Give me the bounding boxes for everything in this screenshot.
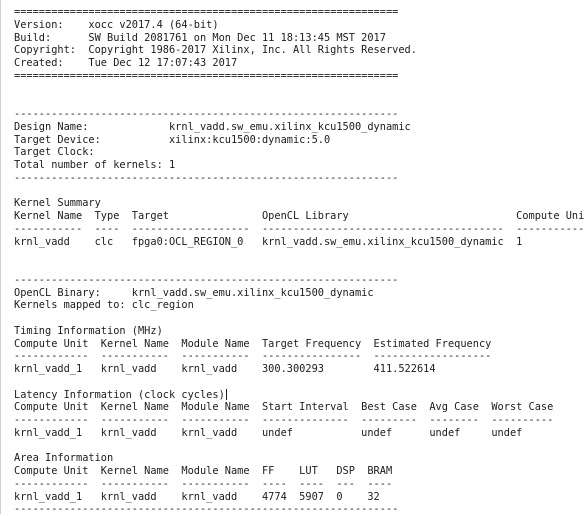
report-line: Created: Tue Dec 12 17:07:43 2017 [14,57,238,69]
report-line: Design Name: krnl_vadd.sw_emu.xilinx_kcu… [14,120,411,133]
report-line [14,312,585,325]
report-line: krnl_vadd_1 krnl_vadd krnl_vadd undef un… [14,426,523,439]
report-line [14,261,585,274]
report-line: ----------------------------------------… [14,171,399,184]
text-cursor [225,388,227,400]
report-line: Compute Unit Kernel Name Module Name Sta… [14,401,554,414]
report-line: Build: SW Build 2081761 on Mon Dec 11 18… [14,31,386,44]
report-line: Total number of kernels: 1 [14,159,176,171]
report-line [14,95,585,108]
report-line: ----------- ---- ------------------- ---… [14,222,585,235]
report-line: ----------------------------------------… [14,108,399,120]
report-line [14,376,585,389]
report-line: krnl_vadd clc fpga0:OCL_REGION_0 krnl_va… [14,235,523,248]
report-line: Target Device: xilinx:kcu1500:dynamic:5.… [14,133,331,146]
report-line: Kernels mapped to: clc_region [14,299,194,312]
report-line: OpenCL Binary: krnl_vadd.sw_emu.xilinx_k… [14,286,374,299]
report-line: Area Information [14,452,114,465]
report-line [14,185,585,198]
report-line: Compute Unit Kernel Name Module Name FF … [14,465,393,477]
report-line: ------------ ----------- ----------- ---… [14,350,492,363]
report-line: ------------ ----------- ----------- ---… [14,414,554,426]
report-line: ========================================… [14,6,399,18]
report-line: Kernel Summary [14,197,101,210]
report-line: krnl_vadd_1 krnl_vadd krnl_vadd 300.3002… [14,363,436,375]
report-line: Latency Information (clock cycles) [14,388,227,401]
report-line: ----------------------------------------… [14,273,399,286]
report-line [14,440,585,453]
report-line: ========================================… [14,69,399,82]
report-line: krnl_vadd_1 krnl_vadd krnl_vadd 4774 590… [14,490,380,503]
report-line: Version: xocc v2017.4 (64-bit) [14,18,219,31]
report-line [14,83,585,96]
report-line: ----------------------------------------… [14,503,399,516]
report-line: Compute Unit Kernel Name Module Name Tar… [14,337,492,350]
report-line [14,248,585,261]
text-editor-view[interactable]: ========================================… [0,0,585,516]
report-line: Copyright: Copyright 1986-2017 Xilinx, I… [14,44,417,57]
report-line: Timing Information (MHz) [14,324,163,337]
report-line: ------------ ----------- ----------- ---… [14,477,393,490]
report-line: Target Clock: [14,146,95,159]
report-text[interactable]: ========================================… [14,6,585,516]
report-line: Kernel Name Type Target OpenCL Library C… [14,210,585,222]
